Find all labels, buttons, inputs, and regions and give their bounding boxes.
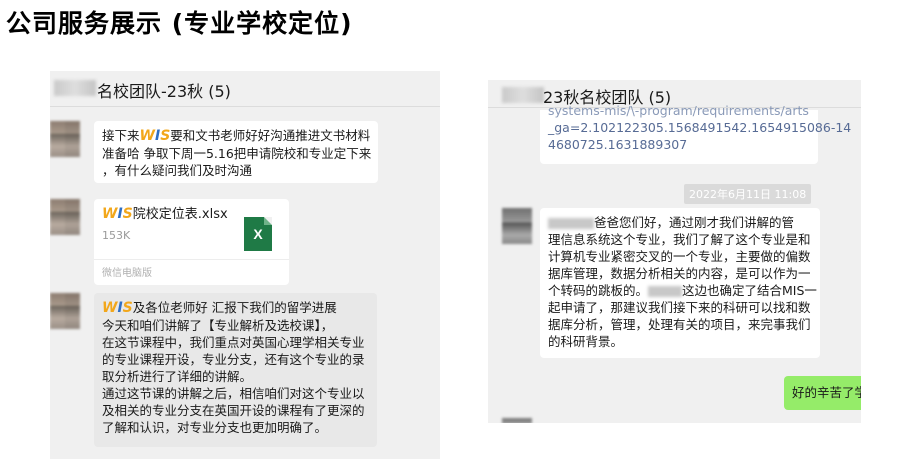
message-line: 理信息系统这个专业，我们了解了这个专业是和 [548,232,811,247]
file-message-card[interactable]: WIS院校定位表.xlsx 153K X 微信电脑版 [94,199,289,285]
message-line: 据库管理，数据分析相关的内容，是可以作为一 [548,266,811,281]
page-title: 公司服务展示 (专业学校定位) [6,9,353,38]
link-message-bubble[interactable]: systems-mis/\-program/requirements/arts … [540,103,851,164]
message-text: 要和文书老师好好沟通推进文书材料 [170,128,371,143]
outgoing-message-bubble[interactable]: 好的辛苦了学 [784,376,861,410]
message-line: 取分析进行了详细的讲解。 [102,369,253,384]
avatar[interactable] [50,121,80,157]
message-line: 准备哈 争取下周一5.16把申请院校和专业定下来 [102,146,372,161]
message-line: 爸爸您们好，通过刚才我们讲解的管 [548,214,812,231]
avatar[interactable] [502,418,532,423]
message-timestamp: 2022年6月11日 11:08 [684,184,812,204]
message-line: WIS及各位老师好 汇报下我们的留学进展 [102,299,369,317]
avatar[interactable] [502,208,532,244]
message-text: 接下来 [102,128,140,143]
message-bubble[interactable]: 爸爸您们好，通过刚才我们讲解的管 理信息系统这个专业，我们了解了这个专业是和 计… [540,208,820,358]
message-text: 及各位老师好 汇报下我们的留学进展 [132,300,337,315]
message-line: 及相关的专业分支在英国开设的课程有了更深的 [102,403,365,418]
avatar[interactable] [50,293,80,329]
message-text: 个转码的跳板的。 [548,283,649,298]
message-text: 这边也确定了结合MIS一 [682,283,817,298]
message-line: 据库分析，管理，处理有关的项目，来完事我们 [548,317,811,332]
avatar[interactable] [50,199,80,235]
message-text: 好的辛苦了学 [792,385,861,400]
message-line: 今天和咱们讲解了【专业解析及选校课】， [102,318,334,333]
wis-logo: WIS [102,300,133,316]
redacted-name [548,218,594,229]
message-line: 计算机专业紧密交叉的一个专业，主要做的偏数 [548,249,811,264]
excel-file-icon: X [244,217,272,251]
chat-title[interactable]: 名校团队-23秋 (5) [97,78,231,102]
file-name: 院校定位表.xlsx [132,207,228,222]
message-line: 在这节课程中，我们重点对英国心理学相关专业 [102,335,365,350]
chat-header: 名校团队-23秋 (5) [50,71,440,107]
message-bubble[interactable]: 接下来WIS要和文书老师好好沟通推进文书材料 准备哈 争取下周一5.16把申请院… [94,121,378,183]
message-line: 起申请了，那建议我们接下来的科研可以找和数 [548,300,811,315]
left-chat-window: 名校团队-23秋 (5) 接下来WIS要和文书老师好好沟通推进文书材料 准备哈 … [50,71,440,459]
divider [94,259,289,260]
link-line[interactable]: systems-mis/\-program/requirements/arts [548,102,810,119]
message-bubble[interactable]: WIS及各位老师好 汇报下我们的留学进展 今天和咱们讲解了【专业解析及选校课】，… [94,293,377,447]
message-line: 通过这节课的讲解之后，相信咱们对这个专业以 [102,386,365,401]
redacted-group-name [502,87,544,103]
message-line: 了解和认识，对专业分支也更加明确了。 [102,420,328,435]
wis-logo: WIS [139,128,171,144]
wis-logo: WIS [102,206,133,222]
link-line[interactable]: 4680725.1631889307 [548,136,810,153]
message-line: 的科研背景。 [548,334,624,349]
message-text: 爸爸您们好，通过刚才我们讲解的管 [594,215,795,230]
right-chat-window: 23秋名校团队 (5) systems-mis/\-program/requir… [488,80,861,423]
message-line: 接下来WIS要和文书老师好好沟通推进文书材料 [102,127,370,145]
redacted-name [648,286,683,297]
message-line: ，有什么疑问我们及时沟通 [102,163,253,178]
link-line[interactable]: _ga=2.102122305.1568491542.1654915086-14 [548,119,851,136]
message-line: 的专业课程开设，专业分支，还有这个专业的录 [102,352,365,367]
file-source-label: 微信电脑版 [102,268,152,279]
message-line: 个转码的跳板的。 这边也确定了结合MIS一 [548,282,817,299]
redacted-group-name [54,80,96,96]
